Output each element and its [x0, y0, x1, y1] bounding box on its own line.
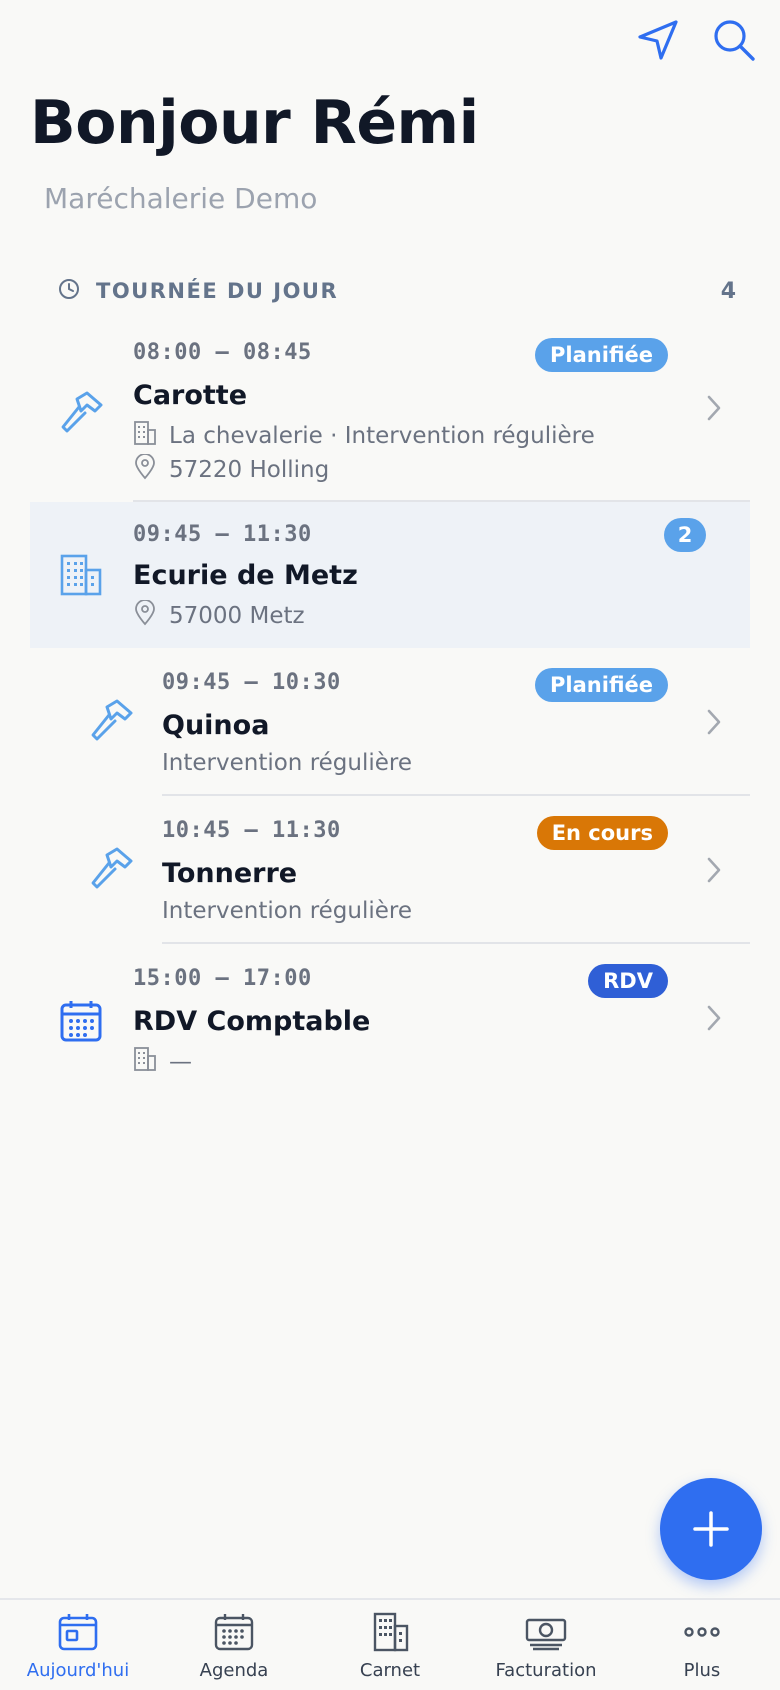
item-name: Tonnerre — [162, 858, 298, 889]
calendar-icon — [56, 996, 106, 1046]
item-detail-text: Intervention régulière — [162, 750, 413, 776]
count-badge: 2 — [664, 518, 706, 552]
hammer-icon — [86, 844, 136, 894]
item-name: Quinoa — [162, 710, 270, 741]
more-dots-icon — [681, 1612, 723, 1656]
divider — [162, 942, 750, 944]
chevron-right-icon — [702, 706, 726, 738]
calendar-grid-icon — [213, 1612, 255, 1656]
list-item-quinoa[interactable]: 09:45 – 10:30 Planifiée Quinoa Intervent… — [0, 660, 780, 794]
tab-facturation[interactable]: Facturation — [468, 1600, 624, 1690]
navigation-arrow-icon[interactable] — [634, 16, 682, 64]
item-time: 10:45 – 11:30 — [162, 818, 341, 843]
tab-plus[interactable]: Plus — [624, 1600, 780, 1690]
item-name: Carotte — [133, 380, 248, 411]
status-badge: RDV — [588, 964, 668, 998]
search-icon[interactable] — [710, 16, 758, 64]
company-subtitle: Maréchalerie Demo — [44, 182, 318, 215]
tab-label: Carnet — [359, 1660, 421, 1681]
item-name: RDV Comptable — [133, 1006, 371, 1037]
item-time: 15:00 – 17:00 — [133, 966, 312, 991]
tab-label: Facturation — [495, 1660, 597, 1681]
list-item-carotte[interactable]: 08:00 – 08:45 Planifiée Carotte La cheva… — [0, 328, 780, 500]
clock-icon — [58, 278, 80, 304]
status-badge: En cours — [536, 816, 668, 850]
calendar-today-icon — [57, 1612, 99, 1656]
chevron-right-icon — [702, 1002, 726, 1034]
item-name: Ecurie de Metz — [133, 560, 358, 591]
item-time: 09:45 – 10:30 — [162, 670, 341, 695]
greeting-title: Bonjour Rémi — [30, 88, 479, 158]
section-header: TOURNÉE DU JOUR 4 — [58, 278, 736, 304]
status-badge: Planifiée — [535, 338, 668, 372]
tab-carnet[interactable]: Carnet — [312, 1600, 468, 1690]
item-detail-line: La chevalerie · Intervention régulière — [133, 420, 595, 452]
item-detail-text: Intervention régulière — [162, 898, 413, 924]
item-detail-text: — — [169, 1049, 192, 1075]
chevron-right-icon — [702, 854, 726, 886]
section-label: TOURNÉE DU JOUR — [58, 278, 338, 304]
item-time: 09:45 – 11:30 — [133, 522, 312, 547]
item-address-line: 57000 Metz — [133, 599, 305, 632]
plus-icon — [693, 1511, 729, 1547]
item-detail-line: — — [133, 1046, 192, 1078]
chevron-right-icon — [702, 392, 726, 424]
tab-label: Aujourd'hui — [26, 1660, 130, 1681]
list-item-tonnerre[interactable]: 10:45 – 11:30 En cours Tonnerre Interven… — [0, 808, 780, 942]
item-time: 08:00 – 08:45 — [133, 340, 312, 365]
list-item-rdv-comptable[interactable]: 15:00 – 17:00 RDV RDV Comptable — — [0, 956, 780, 1076]
map-pin-icon — [133, 453, 157, 486]
tab-label: Plus — [683, 1660, 721, 1681]
tab-agenda[interactable]: Agenda — [156, 1600, 312, 1690]
section-count: 4 — [720, 278, 736, 304]
section-title: TOURNÉE DU JOUR — [96, 279, 339, 303]
banknote-icon — [524, 1612, 568, 1656]
building-icon — [133, 420, 157, 452]
hammer-icon — [86, 696, 136, 746]
status-badge: Planifiée — [535, 668, 668, 702]
hammer-icon — [56, 388, 106, 438]
top-actions — [634, 16, 758, 64]
tab-aujourdhui[interactable]: Aujourd'hui — [0, 1600, 156, 1690]
building-icon — [369, 1612, 411, 1656]
item-address-text: 57000 Metz — [169, 603, 305, 629]
building-icon — [56, 550, 106, 600]
tab-label: Agenda — [199, 1660, 269, 1681]
bottom-tab-bar: Aujourd'hui Agenda Carnet Facturation Pl… — [0, 1598, 780, 1690]
add-button[interactable] — [660, 1478, 762, 1580]
item-address-line: 57220 Holling — [133, 453, 330, 486]
divider — [162, 794, 750, 796]
item-address-text: 57220 Holling — [169, 457, 330, 483]
map-pin-icon — [133, 599, 157, 632]
building-icon — [133, 1046, 157, 1078]
list-item-ecurie-de-metz[interactable]: 09:45 – 11:30 2 Ecurie de Metz 57000 Met… — [30, 502, 750, 648]
item-detail-text: La chevalerie · Intervention régulière — [169, 423, 595, 449]
